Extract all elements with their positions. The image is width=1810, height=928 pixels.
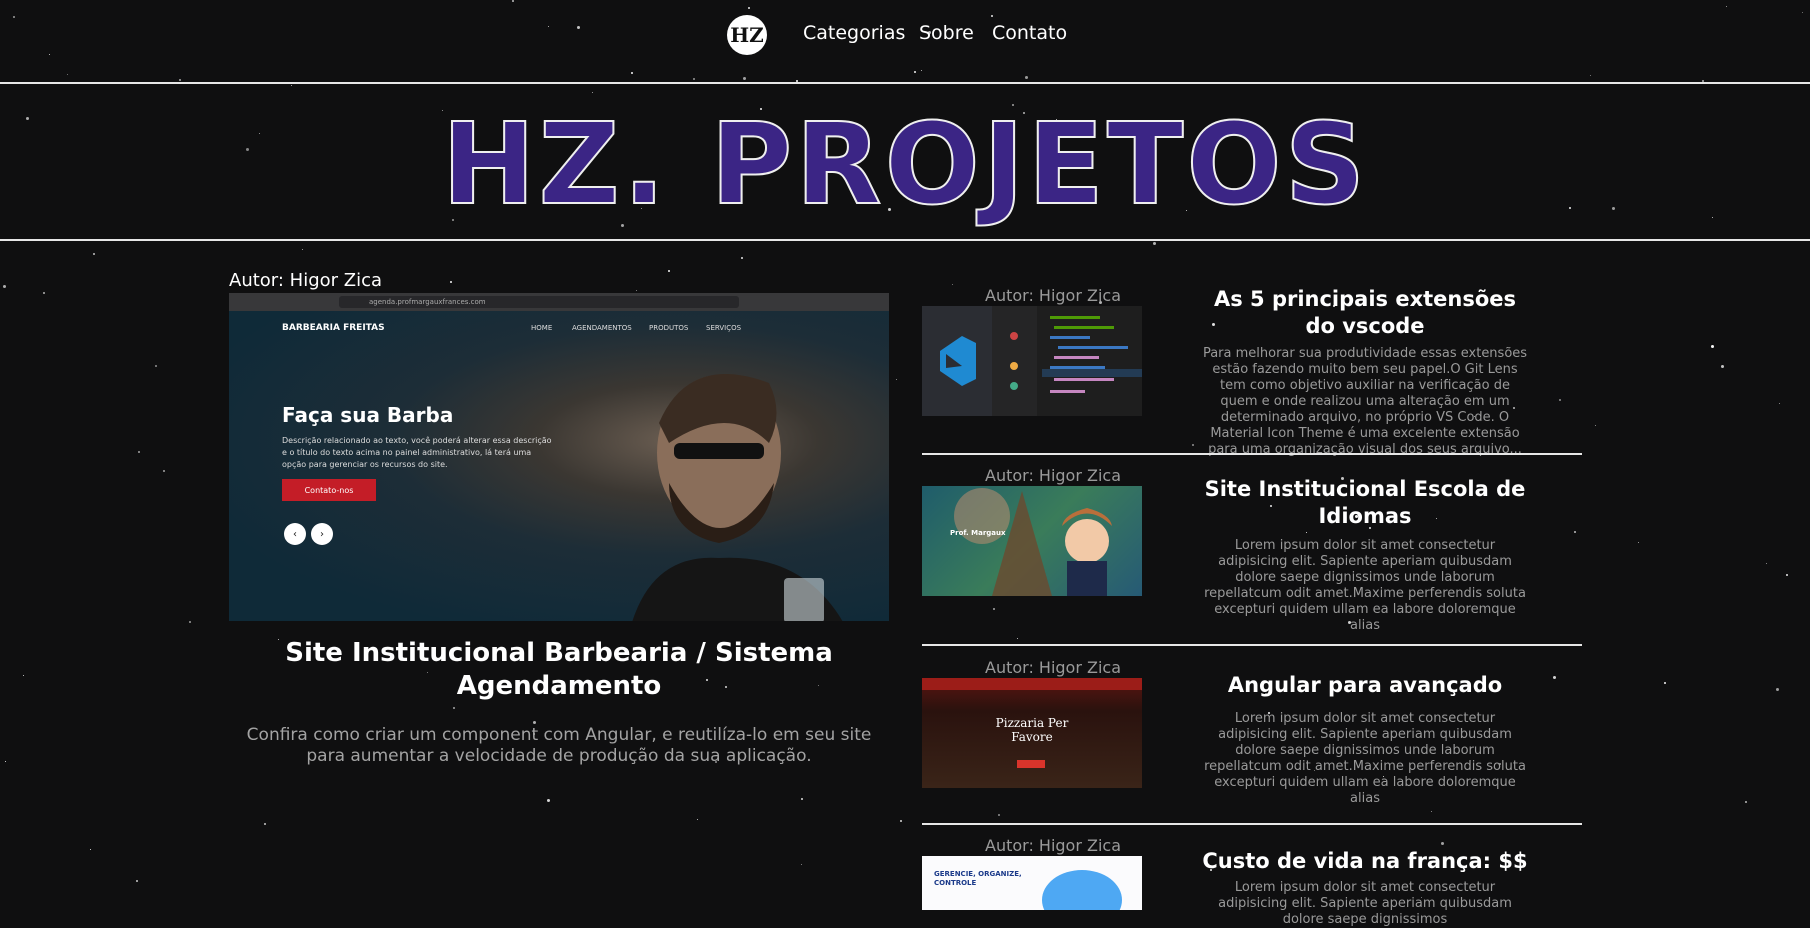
top-navbar: HZ Categorias Sobre Contato bbox=[0, 0, 1810, 82]
preview-text: Descrição relacionado ao texto, você pod… bbox=[282, 436, 552, 469]
language-school-screenshot bbox=[954, 488, 1112, 596]
star-dot bbox=[1779, 403, 1780, 404]
vscode-screenshot bbox=[922, 306, 1142, 416]
nav-link-categorias[interactable]: Categorias bbox=[803, 22, 905, 44]
star-dot bbox=[5, 761, 6, 762]
post-title[interactable]: Angular para avançado bbox=[1200, 672, 1530, 699]
thumb-caption: GERENCIE, ORGANIZE, CONTROLE bbox=[934, 870, 1022, 887]
browser-toolbar: agenda.profmargauxfrances.com bbox=[229, 293, 889, 311]
pizzeria-button bbox=[1017, 760, 1045, 768]
preview-prev-icon: ‹ bbox=[284, 523, 306, 545]
star-dot bbox=[952, 284, 953, 285]
preview-next-icon: › bbox=[311, 523, 333, 545]
featured-thumbnail[interactable]: agenda.profmargauxfrances.com BARBEARIA … bbox=[229, 293, 889, 621]
star-dot bbox=[1786, 574, 1788, 576]
star-dot bbox=[3, 285, 6, 288]
post-description: Lorem ipsum dolor sit amet consectetur a… bbox=[1204, 538, 1526, 633]
preview-menu-agendamentos: AGENDAMENTOS bbox=[572, 324, 632, 332]
preview-heading: Faça sua Barba bbox=[282, 403, 454, 427]
star-dot bbox=[801, 864, 802, 865]
illustration-shape bbox=[1042, 870, 1122, 910]
post-author: Autor: Higor Zica bbox=[985, 466, 1122, 485]
post-description: Para melhorar sua produtividade essas ex… bbox=[1202, 346, 1528, 457]
star-dot bbox=[23, 675, 24, 676]
featured-description: Confira como criar um component com Angu… bbox=[246, 725, 872, 766]
post-thumbnail[interactable]: GERENCIE, ORGANIZE, CONTROLE bbox=[922, 856, 1142, 910]
star-dot bbox=[741, 257, 743, 259]
hero-divider bbox=[0, 239, 1810, 241]
star-dot bbox=[93, 253, 95, 255]
star-dot bbox=[1306, 532, 1307, 533]
star-dot bbox=[155, 365, 157, 367]
nav-link-sobre[interactable]: Sobre bbox=[919, 22, 974, 44]
star-dot bbox=[302, 249, 303, 250]
post-title[interactable]: Site Institucional Escola de Idiomas bbox=[1200, 476, 1530, 530]
post-thumbnail[interactable]: Pizzaria Per Favore bbox=[922, 678, 1142, 788]
hz-logo[interactable]: HZ bbox=[727, 15, 767, 55]
star-dot bbox=[43, 292, 45, 294]
star-dot bbox=[1153, 242, 1156, 245]
star-dot bbox=[993, 608, 995, 610]
star-dot bbox=[697, 819, 698, 820]
post-description: Lorem ipsum dolor sit amet consectetur a… bbox=[1218, 880, 1512, 927]
star-dot bbox=[1017, 638, 1018, 639]
browser-url: agenda.profmargauxfrances.com bbox=[339, 296, 739, 308]
post-author: Autor: Higor Zica bbox=[985, 286, 1122, 305]
post-description: Lorem ipsum dolor sit amet consectetur a… bbox=[1204, 711, 1526, 806]
star-dot bbox=[1441, 842, 1444, 845]
star-dot bbox=[189, 621, 191, 623]
post-title[interactable]: Custo de vida na frança: $$ bbox=[1200, 848, 1530, 875]
post-thumbnail[interactable]: Prof. Margaux bbox=[922, 486, 1142, 596]
star-dot bbox=[1559, 399, 1561, 401]
star-dot bbox=[896, 379, 897, 380]
star-dot bbox=[1574, 531, 1576, 533]
post-divider bbox=[922, 823, 1582, 825]
star-dot bbox=[1711, 345, 1714, 348]
nav-link-contato[interactable]: Contato bbox=[992, 22, 1067, 44]
star-dot bbox=[1431, 811, 1432, 812]
preview-menu-servicos: SERVIÇOS bbox=[706, 324, 742, 332]
star-dot bbox=[900, 820, 902, 822]
preview-menu-home: HOME bbox=[531, 324, 553, 332]
post-title[interactable]: As 5 principais extensões do vscode bbox=[1200, 286, 1530, 340]
post-thumbnail[interactable] bbox=[922, 306, 1142, 416]
preview-brand: BARBEARIA FREITAS bbox=[282, 323, 385, 333]
post-author: Autor: Higor Zica bbox=[985, 658, 1122, 677]
preview-contact-button: Contato-nos bbox=[282, 479, 376, 501]
thumb-caption: Pizzaria Per Favore bbox=[995, 716, 1069, 744]
star-dot bbox=[163, 470, 165, 472]
star-dot bbox=[547, 799, 550, 802]
post-author: Autor: Higor Zica bbox=[985, 836, 1122, 855]
preview-menu-produtos: PRODUTOS bbox=[649, 324, 689, 332]
featured-post[interactable]: Autor: Higor Zica agenda.profmargauxfran… bbox=[229, 270, 889, 767]
star-dot bbox=[1664, 682, 1666, 684]
star-dot bbox=[138, 451, 140, 453]
featured-author: Autor: Higor Zica bbox=[229, 270, 383, 291]
header-divider bbox=[0, 82, 1810, 84]
star-dot bbox=[801, 798, 803, 800]
star-dot bbox=[1553, 676, 1556, 679]
star-dot bbox=[998, 814, 1000, 816]
star-dot bbox=[136, 880, 138, 882]
star-dot bbox=[264, 823, 266, 825]
star-dot bbox=[1745, 801, 1747, 803]
featured-title[interactable]: Site Institucional Barbearia / Sistema A… bbox=[229, 637, 889, 703]
pizzeria-header bbox=[922, 678, 1142, 690]
star-dot bbox=[1192, 444, 1194, 446]
post-divider bbox=[922, 453, 1582, 455]
post-divider bbox=[922, 644, 1582, 646]
star-dot bbox=[1776, 688, 1779, 691]
star-dot bbox=[1638, 542, 1639, 543]
thumb-caption: Prof. Margaux bbox=[950, 529, 1006, 537]
star-dot bbox=[1766, 563, 1767, 564]
star-dot bbox=[291, 85, 292, 86]
star-dot bbox=[90, 849, 91, 850]
star-dot bbox=[592, 92, 593, 93]
bearded-man-image bbox=[632, 374, 843, 621]
star-dot bbox=[1595, 425, 1596, 426]
star-dot bbox=[1721, 365, 1724, 368]
hero-title: HZ. PROJETOS bbox=[441, 99, 1369, 231]
